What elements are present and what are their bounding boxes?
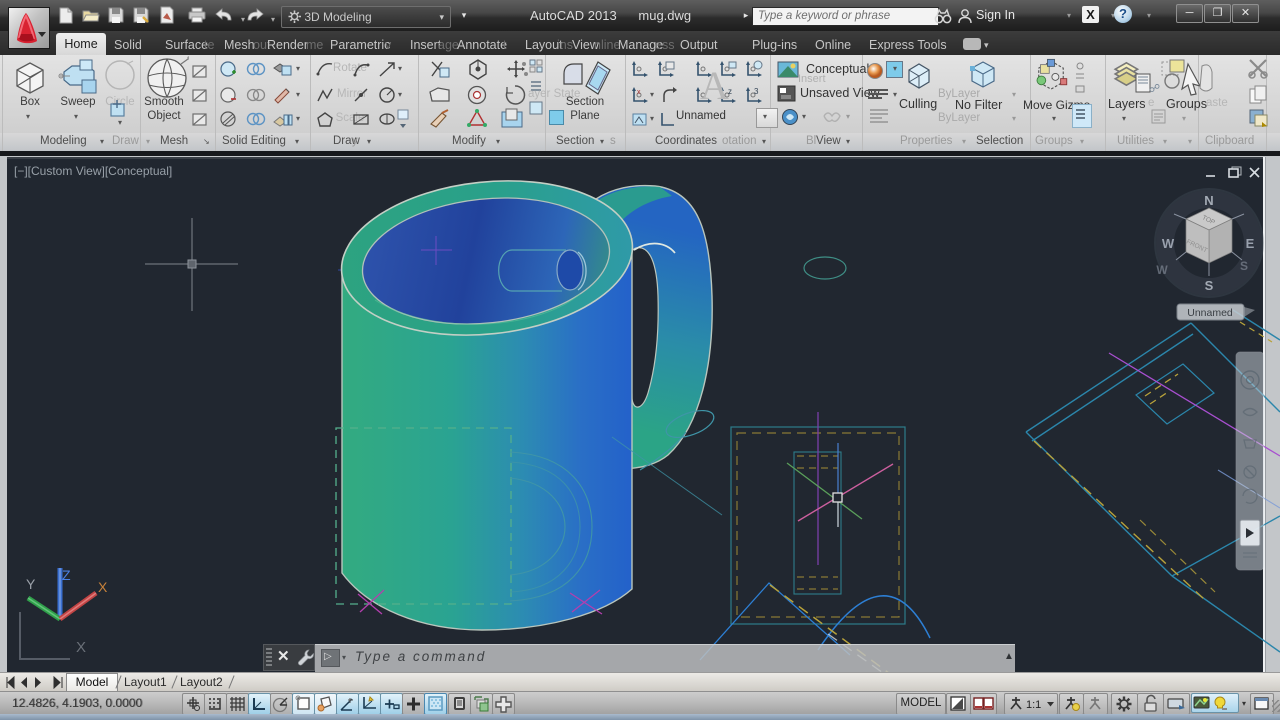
svg-text:1:1: 1:1 bbox=[1026, 699, 1041, 711]
svg-text:x: x bbox=[637, 89, 641, 96]
svg-text:X: X bbox=[76, 639, 86, 656]
svg-text:X: X bbox=[98, 579, 108, 595]
svg-text:W: W bbox=[1162, 236, 1175, 251]
svg-text:S: S bbox=[1205, 278, 1214, 293]
svg-text:N: N bbox=[1204, 193, 1213, 208]
svg-text:W: W bbox=[1156, 263, 1168, 277]
svg-text:[−][Custom View][Conceptual]: [−][Custom View][Conceptual] bbox=[14, 164, 172, 178]
svg-text:E: E bbox=[1246, 236, 1255, 251]
svg-text:☍: ☍ bbox=[1149, 83, 1160, 95]
svg-text:Y: Y bbox=[26, 576, 36, 592]
svg-text:S: S bbox=[1240, 259, 1248, 273]
svg-text:Unnamed: Unnamed bbox=[1187, 307, 1233, 319]
svg-text:3: 3 bbox=[754, 87, 759, 96]
svg-text:Z: Z bbox=[62, 567, 71, 583]
